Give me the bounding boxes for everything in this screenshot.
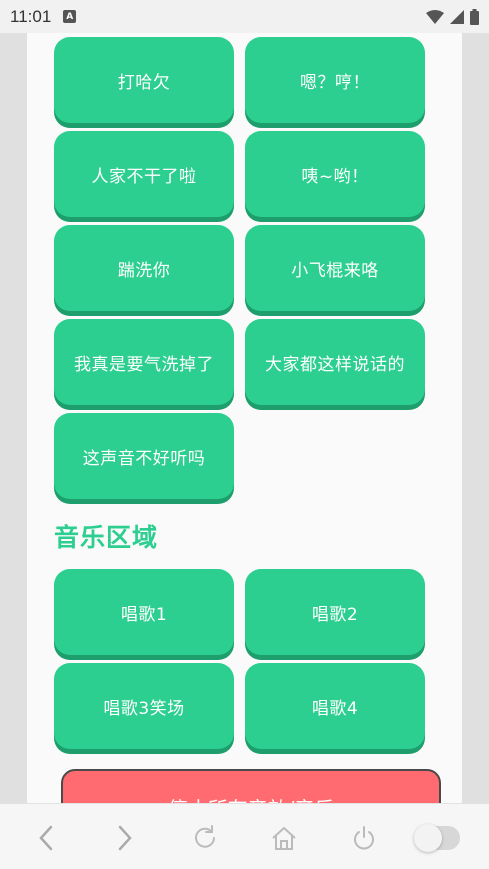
- music-button[interactable]: 唱歌3笑场: [54, 663, 234, 749]
- music-button[interactable]: 唱歌2: [245, 569, 425, 655]
- sound-button[interactable]: 踹洗你: [54, 225, 234, 311]
- home-icon[interactable]: [268, 822, 300, 854]
- page-margin-left: [0, 33, 27, 803]
- forward-icon[interactable]: [109, 822, 141, 854]
- refresh-icon[interactable]: [189, 822, 221, 854]
- power-icon[interactable]: [348, 822, 380, 854]
- sound-button[interactable]: 人家不干了啦: [54, 131, 234, 217]
- status-time: 11:01: [10, 6, 52, 26]
- main-content[interactable]: 打哈欠 嗯？哼！ 人家不干了啦 咦~哟！ 踹洗你 小飞棍来咯 我真是要气洗掉了 …: [27, 33, 462, 803]
- page-margin-right: [462, 33, 489, 803]
- cell-signal-icon: [450, 9, 464, 24]
- music-button[interactable]: 唱歌4: [245, 663, 425, 749]
- back-icon[interactable]: [30, 822, 62, 854]
- browser-bottom-bar: [0, 803, 489, 869]
- sound-button[interactable]: 嗯？哼！: [245, 37, 425, 123]
- notification-app-icon: A: [63, 10, 77, 23]
- sound-button[interactable]: 打哈欠: [54, 37, 234, 123]
- toggle-switch[interactable]: [414, 824, 460, 852]
- music-button[interactable]: 唱歌1: [54, 569, 234, 655]
- music-section-title: 音乐区域: [54, 523, 159, 552]
- sound-button[interactable]: 大家都这样说话的: [245, 319, 425, 405]
- sound-button[interactable]: 我真是要气洗掉了: [54, 319, 234, 405]
- wifi-icon: [426, 9, 444, 24]
- toggle-knob: [414, 824, 442, 852]
- sound-button[interactable]: 咦~哟！: [245, 131, 425, 217]
- stop-all-button[interactable]: 停止所有音效/音乐: [61, 769, 441, 803]
- sound-button[interactable]: 这声音不好听吗: [54, 413, 234, 499]
- status-icons: [426, 8, 479, 25]
- sound-button[interactable]: 小飞棍来咯: [245, 225, 425, 311]
- music-button-grid: 唱歌1 唱歌2 唱歌3笑场 唱歌4: [54, 569, 425, 749]
- battery-icon: [470, 8, 479, 25]
- status-bar: 11:01 A: [0, 0, 489, 33]
- sound-button-grid: 打哈欠 嗯？哼！ 人家不干了啦 咦~哟！ 踹洗你 小飞棍来咯 我真是要气洗掉了 …: [54, 37, 425, 499]
